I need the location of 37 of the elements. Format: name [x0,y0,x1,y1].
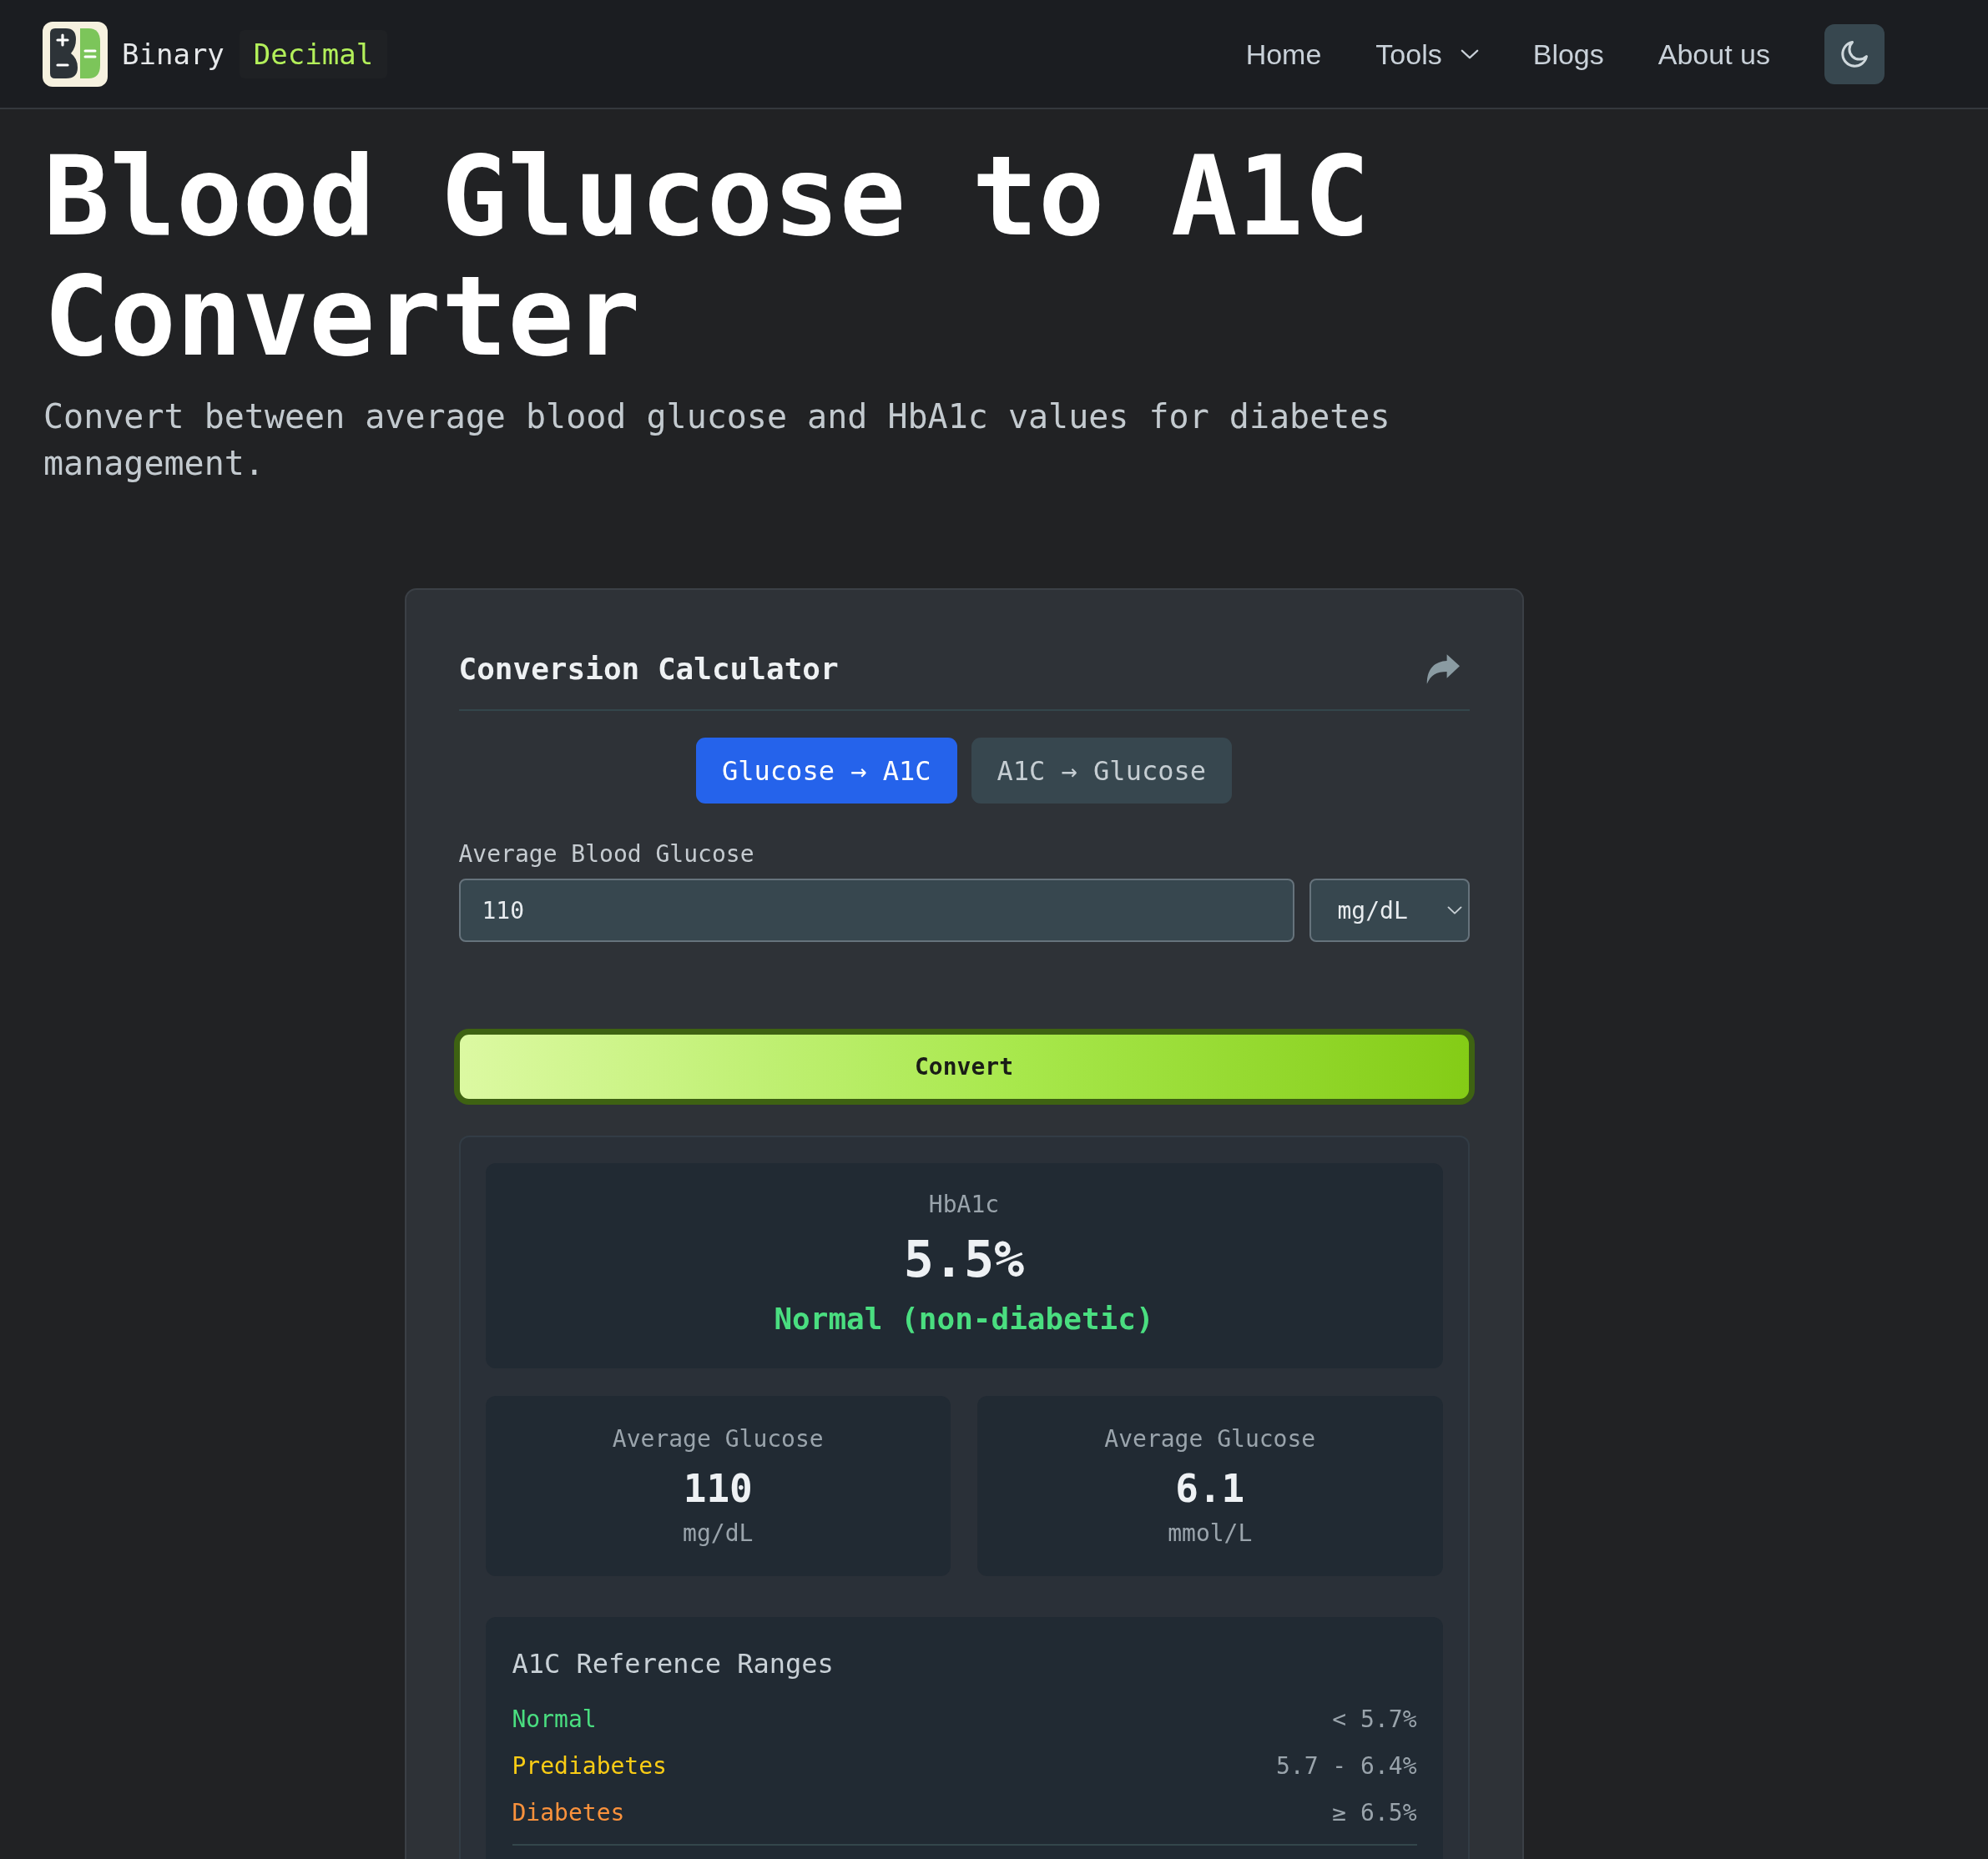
glucose-input[interactable]: 110 [458,879,1294,942]
convert-button[interactable]: Convert [453,1029,1475,1105]
result-label: Average Glucose [1104,1424,1316,1454]
card-title: Conversion Calculator [458,651,839,688]
logo-icon [43,21,108,87]
share-icon[interactable] [1425,654,1460,684]
chevron-down-icon [1446,906,1462,914]
brand-suffix: Decimal [239,29,388,78]
nav-link[interactable]: Blogs [1532,35,1604,73]
unit-select[interactable]: mg/dL [1309,879,1470,942]
result-unit: mmol/L [1168,1519,1253,1549]
result-value: 6.1 [1175,1465,1245,1513]
result-unit: mg/dL [683,1519,754,1549]
brand-name: Binary [122,37,225,71]
result-value: 110 [683,1465,753,1513]
page-title: Blood Glucose to A1C Converter [43,136,1371,376]
range-value: 5.7 - 6.4% [1275,1751,1417,1781]
page-subtitle: Convert between average blood glucose and HbA1c values for diabetes management. [43,396,1391,484]
nav-link[interactable]: Home [1245,35,1322,73]
result-value: 5.5% [903,1229,1025,1290]
nav-link[interactable]: Tools [1375,35,1479,73]
mode-tab[interactable]: Glucose → A1C [696,738,957,804]
result-label: Average Glucose [612,1424,824,1454]
range-value: ≥ 6.5% [1332,1798,1417,1828]
mode-tab[interactable]: A1C → Glucose [971,738,1232,804]
chevron-down-icon [1460,48,1479,59]
reference-title: A1C Reference Ranges [512,1647,835,1681]
range-value: < 5.7% [1332,1705,1417,1735]
range-name: Prediabetes [512,1751,667,1781]
result-label: HbA1c [928,1190,1000,1220]
nav-link[interactable]: About us [1658,35,1770,73]
range-name: Diabetes [512,1798,625,1828]
result-status: Normal (non-diabetic) [774,1301,1154,1338]
moon-icon [1840,39,1869,68]
field-label: Average Blood Glucose [458,839,755,869]
theme-toggle-button[interactable] [1824,23,1885,84]
range-name: Normal [512,1705,597,1735]
